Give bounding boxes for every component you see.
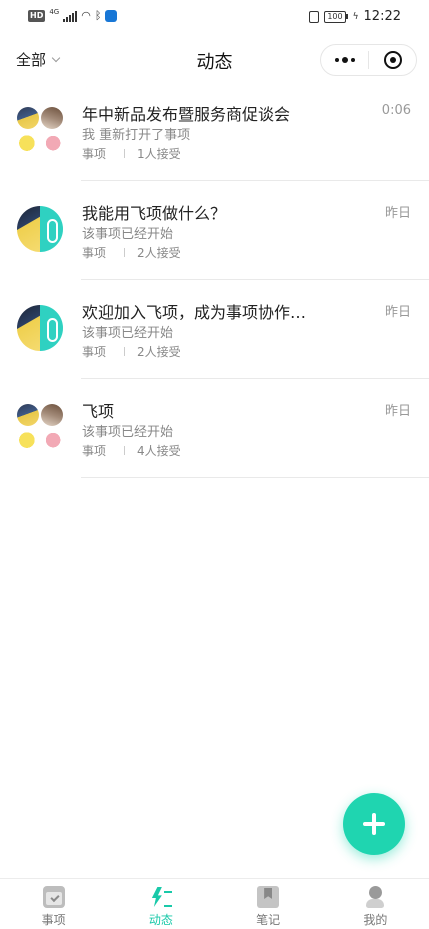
battery-level: 100 xyxy=(324,10,346,23)
avatar xyxy=(17,305,63,351)
member-avatar xyxy=(17,305,40,351)
pair-avatar xyxy=(17,206,63,252)
activity-feed: 年中新品发布暨服务商促谈会 0:06 我 重新打开了事项 事项 1人接受 我能用… xyxy=(0,82,429,478)
divider xyxy=(81,477,429,478)
pair-avatar xyxy=(17,305,63,351)
miniprogram-capsule xyxy=(320,44,417,76)
item-meta: 事项 2人接受 xyxy=(82,343,181,360)
tab-mine[interactable]: 我的 xyxy=(322,879,429,929)
member-avatar xyxy=(41,131,63,153)
tab-activity[interactable]: 动态 xyxy=(107,879,214,929)
app-notification-icon xyxy=(105,10,118,22)
bookmark-note-icon xyxy=(257,886,280,908)
person-icon xyxy=(364,886,386,908)
lightning-icon xyxy=(150,886,172,908)
member-avatar xyxy=(17,131,39,153)
signal-icon xyxy=(63,10,78,22)
item-time: 昨日 xyxy=(384,404,411,419)
item-accepted-count: 4人接受 xyxy=(137,444,181,458)
network-type: 4G xyxy=(49,8,60,16)
tab-label: 我的 xyxy=(363,913,388,927)
status-bar: HD 4G ◠ ᛒ 100 ϟ 12:22 xyxy=(0,0,429,34)
item-accepted-count: 2人接受 xyxy=(137,345,181,359)
item-status: 我 重新打开了事项 xyxy=(82,128,191,143)
nav-bar: 全部 动态 xyxy=(0,38,429,82)
app-logo-avatar xyxy=(40,305,63,351)
meta-separator xyxy=(124,446,126,455)
item-status: 该事项已经开始 xyxy=(82,326,174,341)
avatar xyxy=(17,404,63,450)
battery-icon: 100 xyxy=(324,10,348,23)
item-time: 昨日 xyxy=(384,206,411,221)
list-item[interactable]: 欢迎加入飞项，成为事项协作… 昨日 该事项已经开始 事项 2人接受 xyxy=(0,280,429,379)
app-logo-avatar xyxy=(40,206,63,252)
item-meta: 事项 2人接受 xyxy=(82,244,181,261)
item-meta: 事项 1人接受 xyxy=(82,145,181,162)
charging-icon: ϟ xyxy=(352,11,359,22)
add-item-button[interactable] xyxy=(343,793,405,855)
calendar-check-icon xyxy=(42,886,65,908)
item-time: 0:06 xyxy=(381,103,411,118)
wifi-icon: ◠ xyxy=(81,9,91,22)
vibrate-icon xyxy=(309,10,320,23)
member-avatar xyxy=(17,404,39,426)
list-item[interactable]: 飞项 昨日 该事项已经开始 事项 4人接受 xyxy=(0,379,429,478)
item-type: 事项 xyxy=(82,147,107,161)
tab-notes[interactable]: 笔记 xyxy=(215,879,322,929)
meta-separator xyxy=(124,248,126,257)
item-meta: 事项 4人接受 xyxy=(82,442,181,459)
close-button[interactable] xyxy=(369,45,416,75)
list-item[interactable]: 年中新品发布暨服务商促谈会 0:06 我 重新打开了事项 事项 1人接受 xyxy=(0,82,429,181)
close-target-icon xyxy=(383,51,402,69)
item-status: 该事项已经开始 xyxy=(82,425,174,440)
tab-label: 笔记 xyxy=(256,913,281,927)
item-type: 事项 xyxy=(82,444,107,458)
member-avatar xyxy=(17,107,39,129)
item-title: 飞项 xyxy=(82,402,115,421)
more-dots-icon xyxy=(334,57,355,63)
tab-label: 事项 xyxy=(41,913,66,927)
member-avatar xyxy=(17,206,40,252)
list-item[interactable]: 我能用飞项做什么？ 昨日 该事项已经开始 事项 2人接受 xyxy=(0,181,429,280)
status-right: 100 ϟ 12:22 xyxy=(309,9,401,24)
more-button[interactable] xyxy=(321,45,368,75)
item-accepted-count: 1人接受 xyxy=(137,147,181,161)
item-title: 欢迎加入飞项，成为事项协作… xyxy=(82,303,307,322)
status-time: 12:22 xyxy=(363,9,401,24)
item-time: 昨日 xyxy=(384,305,411,320)
tab-label: 动态 xyxy=(148,913,173,927)
member-avatar xyxy=(41,107,63,129)
avatar xyxy=(17,206,63,252)
item-accepted-count: 2人接受 xyxy=(137,246,181,260)
item-title: 年中新品发布暨服务商促谈会 xyxy=(82,105,291,124)
avatar xyxy=(17,107,63,153)
meta-separator xyxy=(124,149,126,158)
hd-icon: HD xyxy=(28,10,46,22)
member-avatar xyxy=(41,428,63,450)
battery-tip xyxy=(345,14,348,19)
bluetooth-icon: ᛒ xyxy=(94,9,102,22)
member-avatar xyxy=(17,428,39,450)
item-title: 我能用飞项做什么？ xyxy=(82,204,227,223)
status-left: HD 4G ◠ ᛒ xyxy=(28,8,118,22)
tab-items[interactable]: 事项 xyxy=(0,879,107,929)
plus-icon xyxy=(363,813,385,835)
item-type: 事项 xyxy=(82,246,107,260)
meta-separator xyxy=(124,347,126,356)
tab-bar: 事项 动态 笔记 我的 xyxy=(0,878,429,929)
item-type: 事项 xyxy=(82,345,107,359)
group-avatar xyxy=(17,107,63,153)
group-avatar xyxy=(17,404,63,450)
member-avatar xyxy=(41,404,63,426)
item-status: 该事项已经开始 xyxy=(82,227,174,242)
